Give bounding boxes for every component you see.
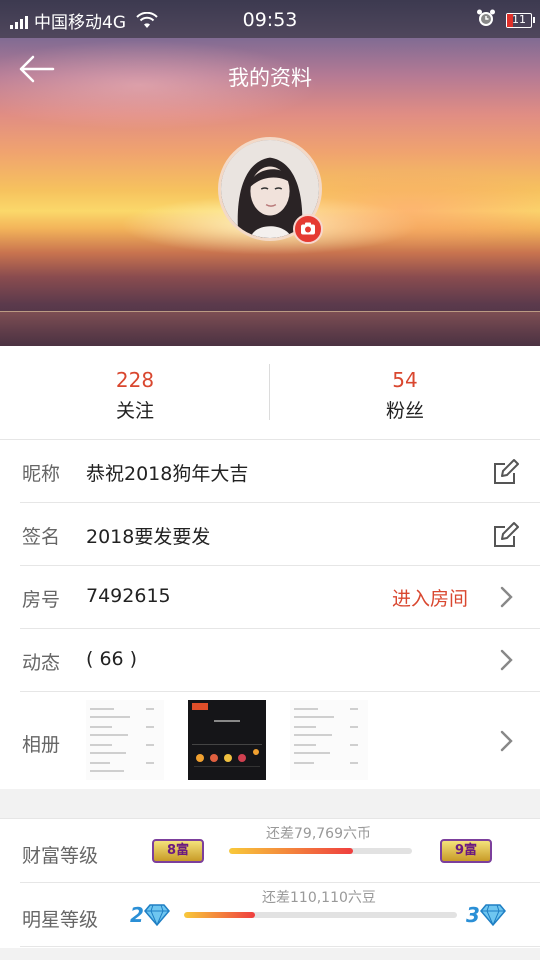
star-current-level: 2 — [130, 903, 144, 927]
feed-row[interactable]: 动态 ( 66 ) — [20, 629, 540, 692]
fans-stat[interactable]: 54 粉丝 — [270, 346, 540, 440]
room-label: 房号 — [22, 589, 61, 611]
star-progress-fill — [184, 912, 255, 918]
wealth-progress-fill — [229, 848, 354, 854]
wealth-level-row: 财富等级 8富 还差79,769六币 9富 — [20, 819, 540, 883]
wealth-level-label: 财富等级 — [22, 845, 99, 867]
alarm-icon — [476, 8, 496, 33]
album-thumbnail[interactable] — [86, 700, 164, 780]
nickname-value: 恭祝2018狗年大吉 — [86, 463, 249, 485]
profile-info-list: 昵称 恭祝2018狗年大吉 签名 2018要发要发 房号 7492615 进入房… — [0, 440, 540, 789]
album-thumbnail[interactable] — [290, 700, 368, 780]
page-title: 我的资料 — [228, 66, 312, 90]
feed-label: 动态 — [22, 652, 61, 674]
diamond-icon — [479, 904, 506, 927]
wealth-next-badge: 9富 — [440, 839, 492, 863]
following-label: 关注 — [115, 400, 154, 422]
feed-count: ( 66 ) — [86, 648, 138, 670]
status-bar: 中国移动4G 09:53 11 — [0, 0, 540, 38]
album-thumbnail[interactable] — [188, 700, 266, 780]
camera-icon — [301, 222, 315, 235]
edit-nickname-icon[interactable] — [492, 458, 520, 486]
signature-label: 签名 — [22, 526, 61, 548]
following-count: 228 — [115, 368, 155, 392]
album-label: 相册 — [22, 734, 61, 756]
album-row[interactable]: 相册 — [20, 692, 540, 789]
change-avatar-button[interactable] — [293, 214, 323, 244]
follow-stats: 228 关注 54 粉丝 — [0, 346, 540, 440]
nickname-row: 昵称 恭祝2018狗年大吉 — [20, 440, 540, 503]
status-time: 09:53 — [242, 9, 298, 31]
star-next-badge: 3 — [466, 901, 512, 929]
chevron-right-icon[interactable] — [498, 648, 514, 672]
star-current-badge: 2 — [130, 901, 176, 929]
levels-section: 财富等级 8富 还差79,769六币 9富 明星等级 2 还差110,110六豆… — [0, 818, 540, 948]
avatar-container[interactable] — [218, 137, 323, 244]
sea — [0, 312, 540, 346]
star-next-level: 3 — [466, 903, 480, 927]
chevron-right-icon[interactable] — [498, 729, 514, 753]
edit-signature-icon[interactable] — [492, 521, 520, 549]
signature-row: 签名 2018要发要发 — [20, 503, 540, 566]
album-thumbnails — [86, 700, 368, 780]
following-stat[interactable]: 228 关注 — [0, 346, 270, 440]
diamond-icon — [143, 904, 170, 927]
battery-level: 11 — [512, 13, 526, 26]
fans-count: 54 — [392, 368, 418, 392]
star-progress-bar — [184, 912, 457, 918]
star-remaining-note: 还差110,110六豆 — [262, 890, 376, 906]
chevron-right-icon[interactable] — [498, 585, 514, 609]
screenshot-thumbnail-image — [192, 703, 262, 767]
wealth-current-badge: 8富 — [152, 839, 204, 863]
battery-icon: 11 — [506, 13, 535, 28]
wealth-progress-bar — [229, 848, 412, 854]
enter-room-button[interactable]: 进入房间 — [392, 584, 468, 611]
wealth-remaining-note: 还差79,769六币 — [266, 826, 371, 842]
signature-value: 2018要发要发 — [86, 526, 211, 548]
star-level-row: 明星等级 2 还差110,110六豆 3 — [20, 883, 540, 947]
nickname-label: 昵称 — [22, 463, 61, 485]
fans-label: 粉丝 — [385, 400, 424, 422]
room-number: 7492615 — [86, 585, 171, 607]
star-level-label: 明星等级 — [22, 909, 99, 931]
room-row[interactable]: 房号 7492615 进入房间 — [20, 566, 540, 629]
